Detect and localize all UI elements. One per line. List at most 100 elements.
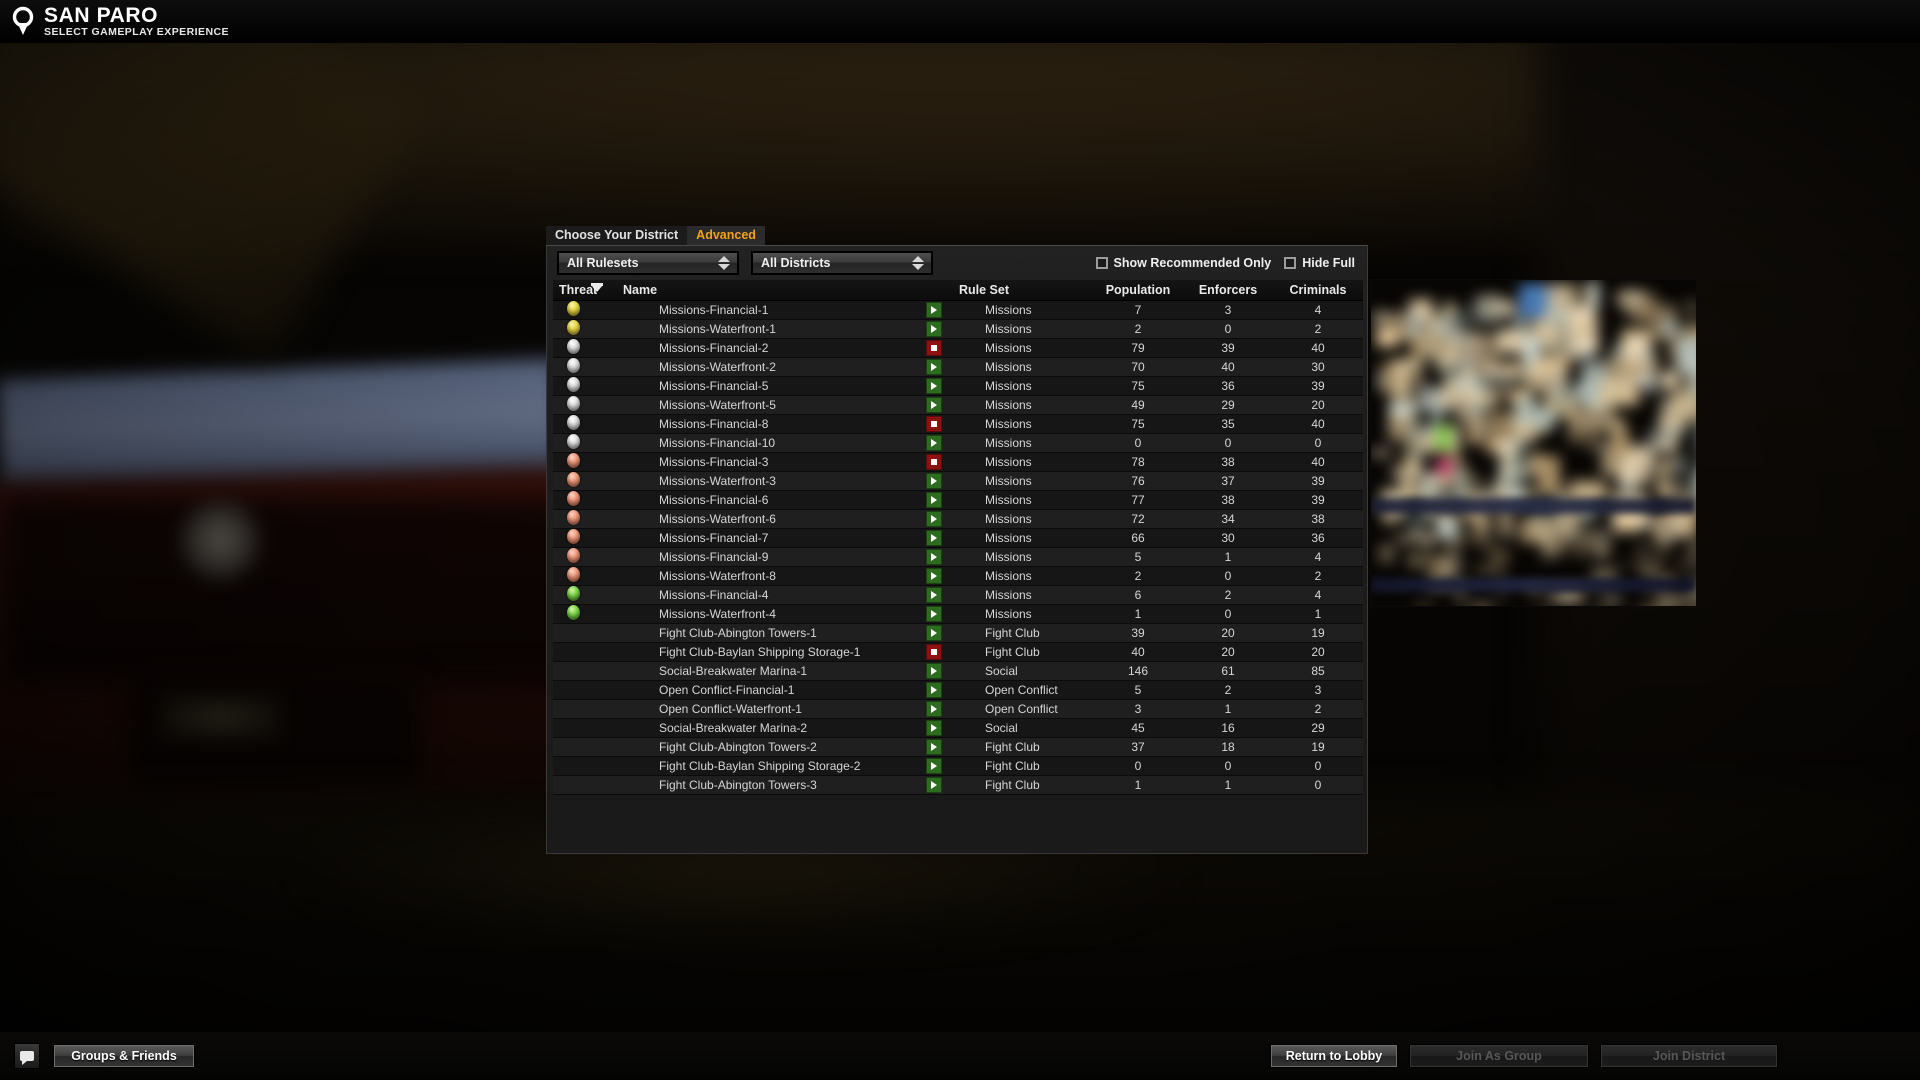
table-row[interactable]: Missions-Financial-4 Missions 6 2 4 <box>553 585 1363 605</box>
district-open-icon <box>926 757 942 774</box>
filter-bar: All Rulesets All Districts Show Recommen… <box>547 246 1367 280</box>
enforcers-value: 20 <box>1183 623 1273 643</box>
column-header-population[interactable]: Population <box>1093 280 1183 301</box>
criminals-value: 4 <box>1273 300 1363 320</box>
table-row[interactable]: Missions-Financial-8 Missions 75 35 40 <box>553 414 1363 434</box>
groups-and-friends-button[interactable]: Groups & Friends <box>53 1044 195 1068</box>
table-row[interactable]: Open Conflict-Waterfront-1 Open Conflict 3… <box>553 699 1363 719</box>
population-value: 6 <box>1093 585 1183 605</box>
play-triangle-icon <box>931 495 937 504</box>
show-recommended-only-checkbox[interactable]: Show Recommended Only <box>1095 256 1271 270</box>
threat-dot-icon <box>567 585 580 601</box>
population-value: 72 <box>1093 509 1183 529</box>
play-triangle-icon <box>931 438 937 447</box>
table-row[interactable]: Missions-Waterfront-1 Missions 2 0 2 <box>553 319 1363 339</box>
district-name: Missions-Waterfront-4 <box>615 604 915 624</box>
join-as-group-button: Join As Group <box>1409 1044 1589 1068</box>
status-badge <box>915 680 953 700</box>
table-row[interactable]: Missions-Waterfront-8 Missions 2 0 2 <box>553 566 1363 586</box>
threat-dot-icon <box>567 624 580 639</box>
tab-advanced[interactable]: Advanced <box>687 225 765 245</box>
threat-level-indicator <box>553 680 615 700</box>
hide-full-checkbox[interactable]: Hide Full <box>1284 256 1355 270</box>
play-triangle-icon <box>931 476 937 485</box>
status-badge <box>915 756 953 776</box>
table-row[interactable]: Fight Club-Abington Towers-2 Fight Club 37… <box>553 737 1363 757</box>
district-name: Missions-Financial-5 <box>615 376 915 396</box>
table-row[interactable]: Social-Breakwater Marina-2 Social 45 16 29 <box>553 718 1363 738</box>
district-name: Open Conflict-Financial-1 <box>615 680 915 700</box>
threat-dot-icon <box>567 719 580 734</box>
table-row[interactable]: Missions-Waterfront-6 Missions 72 34 38 <box>553 509 1363 529</box>
district-name: Missions-Waterfront-5 <box>615 395 915 415</box>
table-row[interactable]: Missions-Financial-10 Missions 0 0 0 <box>553 433 1363 453</box>
threat-dot-icon <box>567 433 580 449</box>
table-row[interactable]: Missions-Financial-3 Missions 78 38 40 <box>553 452 1363 472</box>
district-name: Missions-Waterfront-8 <box>615 566 915 586</box>
table-row[interactable]: Social-Breakwater Marina-1 Social 146 61 85 <box>553 661 1363 681</box>
district-name: Missions-Financial-6 <box>615 490 915 510</box>
threat-dot-icon <box>567 662 580 677</box>
column-header-enforcers[interactable]: Enforcers <box>1183 280 1273 301</box>
table-row[interactable]: Missions-Financial-7 Missions 66 30 36 <box>553 528 1363 548</box>
threat-dot-icon <box>567 681 580 696</box>
return-to-lobby-button[interactable]: Return to Lobby <box>1270 1044 1398 1068</box>
criminals-value: 0 <box>1273 756 1363 776</box>
table-row[interactable]: Open Conflict-Financial-1 Open Conflict 5 2… <box>553 680 1363 700</box>
status-badge <box>915 661 953 681</box>
criminals-value: 0 <box>1273 433 1363 453</box>
district-name: Missions-Financial-3 <box>615 452 915 472</box>
table-row[interactable]: Missions-Financial-2 Missions 79 39 40 <box>553 338 1363 358</box>
table-row[interactable]: Missions-Waterfront-3 Missions 76 37 39 <box>553 471 1363 491</box>
district-name: Fight Club-Baylan Shipping Storage-1 <box>615 642 915 662</box>
district-filter-dropdown[interactable]: All Districts <box>751 251 933 275</box>
tab-choose-your-district[interactable]: Choose Your District <box>546 225 688 245</box>
district-name: Missions-Waterfront-6 <box>615 509 915 529</box>
threat-level-indicator <box>553 433 615 453</box>
chevron-updown-icon <box>909 253 931 273</box>
table-row[interactable]: Missions-Financial-5 Missions 75 36 39 <box>553 376 1363 396</box>
column-header-rule-set-label: Rule Set <box>959 282 1010 297</box>
status-badge <box>915 623 953 643</box>
table-row[interactable]: Missions-Waterfront-2 Missions 70 40 30 <box>553 357 1363 377</box>
table-row[interactable]: Missions-Waterfront-5 Missions 49 29 20 <box>553 395 1363 415</box>
column-header-criminals[interactable]: Criminals <box>1273 280 1363 301</box>
rule-set: Fight Club <box>953 756 1093 776</box>
threat-dot-icon <box>567 604 580 620</box>
enforcers-value: 0 <box>1183 433 1273 453</box>
population-value: 77 <box>1093 490 1183 510</box>
rule-set: Missions <box>953 452 1093 472</box>
threat-level-indicator <box>553 585 615 605</box>
enforcers-value: 18 <box>1183 737 1273 757</box>
district-open-icon <box>926 301 942 318</box>
population-value: 76 <box>1093 471 1183 491</box>
column-header-threat[interactable]: Threat <box>553 280 615 301</box>
status-badge <box>915 528 953 548</box>
threat-dot-icon <box>567 757 580 772</box>
column-header-name[interactable]: Name <box>615 280 915 301</box>
table-row[interactable]: Missions-Financial-1 Missions 7 3 4 <box>553 300 1363 320</box>
play-triangle-icon <box>931 666 937 675</box>
table-row[interactable]: Fight Club-Abington Towers-1 Fight Club 39… <box>553 623 1363 643</box>
table-row[interactable]: Missions-Financial-6 Missions 77 38 39 <box>553 490 1363 510</box>
table-row[interactable]: Missions-Financial-9 Missions 5 1 4 <box>553 547 1363 567</box>
table-row[interactable]: Fight Club-Baylan Shipping Storage-1 Figh… <box>553 642 1363 662</box>
rule-set: Missions <box>953 414 1093 434</box>
column-header-status[interactable] <box>915 280 953 301</box>
chat-button[interactable] <box>14 1043 40 1069</box>
threat-level-indicator <box>553 699 615 719</box>
ruleset-filter-value: All Rulesets <box>567 256 639 270</box>
table-row[interactable]: Fight Club-Abington Towers-3 Fight Club 1 1… <box>553 775 1363 795</box>
ruleset-filter-dropdown[interactable]: All Rulesets <box>557 251 739 275</box>
play-triangle-icon <box>931 552 937 561</box>
threat-dot-icon <box>567 414 580 430</box>
action-buttons: Return to Lobby Join As Group Join Distr… <box>1270 1044 1778 1068</box>
column-header-rule-set[interactable]: Rule Set <box>953 280 1093 301</box>
table-row[interactable]: Missions-Waterfront-4 Missions 1 0 1 <box>553 604 1363 624</box>
district-name: Missions-Waterfront-2 <box>615 357 915 377</box>
rule-set: Missions <box>953 566 1093 586</box>
table-row[interactable]: Fight Club-Baylan Shipping Storage-2 Figh… <box>553 756 1363 776</box>
district-open-icon <box>926 396 942 413</box>
threat-dot-icon <box>567 566 580 582</box>
join-district-label: Join District <box>1652 1049 1726 1063</box>
